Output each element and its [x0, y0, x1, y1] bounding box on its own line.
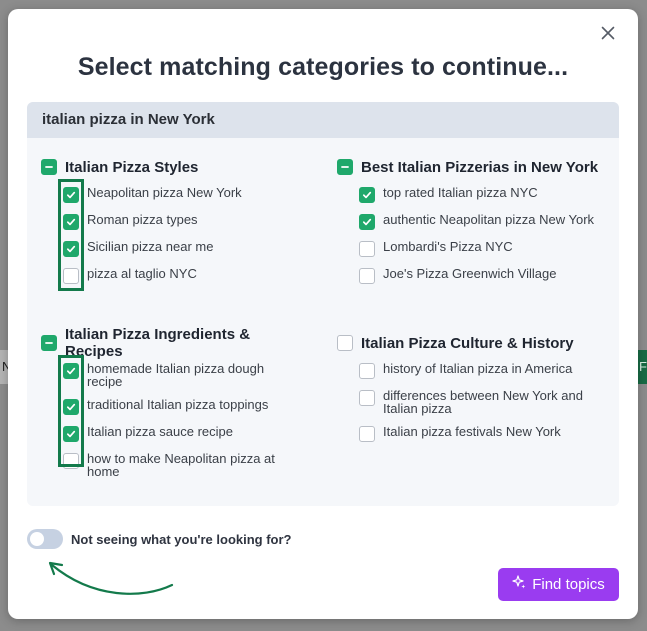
group-header: Best Italian Pizzerias in New York: [337, 157, 607, 177]
item-label: how to make Neapolitan pizza at home: [87, 451, 275, 479]
category-group-best-pizzerias: Best Italian Pizzerias in New York top r…: [337, 157, 607, 294]
item-label: authentic Neapolitan pizza New York: [383, 212, 595, 227]
close-icon[interactable]: [598, 23, 618, 43]
list-item[interactable]: traditional Italian pizza toppings: [63, 398, 301, 415]
item-checkbox-checked[interactable]: [63, 363, 79, 379]
item-label: Roman pizza types: [87, 212, 198, 227]
group-title: Best Italian Pizzerias in New York: [361, 158, 599, 176]
suggestion-toggle-row: Not seeing what you're looking for?: [27, 529, 292, 549]
item-checkbox-unchecked[interactable]: [359, 390, 375, 406]
item-checkbox-checked[interactable]: [63, 241, 79, 257]
list-item[interactable]: Sicilian pizza near me: [63, 240, 311, 257]
item-checkbox-unchecked[interactable]: [359, 268, 375, 284]
group-header: Italian Pizza Ingredients & Recipes: [41, 326, 311, 360]
item-checkbox-checked[interactable]: [63, 214, 79, 230]
item-label: homemade Italian pizza dough recipe: [87, 361, 265, 389]
item-label: Sicilian pizza near me: [87, 239, 214, 254]
item-checkbox-unchecked[interactable]: [359, 363, 375, 379]
item-checkbox-checked[interactable]: [359, 187, 375, 203]
categories-panel: italian pizza in New York Italian Pizza …: [27, 102, 619, 506]
item-checkbox-unchecked[interactable]: [63, 453, 79, 469]
list-item[interactable]: Neapolitan pizza New York: [63, 186, 311, 203]
group-checkbox-partial[interactable]: [41, 159, 57, 175]
list-item[interactable]: Italian pizza sauce recipe: [63, 425, 301, 442]
list-item[interactable]: how to make Neapolitan pizza at home: [63, 452, 301, 478]
category-group-culture-history: Italian Pizza Culture & History history …: [337, 333, 607, 452]
list-item[interactable]: pizza al taglio NYC: [63, 267, 311, 284]
list-item[interactable]: Joe's Pizza Greenwich Village: [359, 267, 607, 284]
group-items: history of Italian pizza in America diff…: [337, 362, 607, 442]
list-item[interactable]: homemade Italian pizza dough recipe: [63, 362, 301, 388]
item-label: Joe's Pizza Greenwich Village: [383, 266, 557, 281]
item-label: Lombardi's Pizza NYC: [383, 239, 513, 254]
group-title: Italian Pizza Styles: [65, 158, 199, 176]
list-item[interactable]: Italian pizza festivals New York: [359, 425, 607, 442]
backdrop-right-button: F: [637, 350, 647, 384]
curved-arrow-icon: [48, 561, 174, 595]
list-item[interactable]: Roman pizza types: [63, 213, 311, 230]
list-item[interactable]: authentic Neapolitan pizza New York: [359, 213, 607, 230]
modal-title: Select matching categories to continue..…: [77, 53, 569, 81]
query-header: italian pizza in New York: [27, 102, 619, 138]
list-item[interactable]: Lombardi's Pizza NYC: [359, 240, 607, 257]
item-label: top rated Italian pizza NYC: [383, 185, 538, 200]
item-checkbox-checked[interactable]: [359, 214, 375, 230]
category-group-ingredients-recipes: Italian Pizza Ingredients & Recipes home…: [41, 326, 311, 488]
group-items: homemade Italian pizza dough recipe trad…: [41, 355, 301, 478]
group-checkbox-partial[interactable]: [337, 159, 353, 175]
list-item[interactable]: differences between New York and Italian…: [359, 389, 607, 415]
item-checkbox-checked[interactable]: [63, 426, 79, 442]
item-label: Italian pizza sauce recipe: [87, 424, 233, 439]
item-label: pizza al taglio NYC: [87, 266, 197, 281]
toggle-label: Not seeing what you're looking for?: [71, 531, 292, 547]
group-checkbox-partial[interactable]: [41, 335, 57, 351]
find-topics-button[interactable]: Find topics: [498, 568, 619, 601]
list-item[interactable]: history of Italian pizza in America: [359, 362, 607, 379]
item-checkbox-checked[interactable]: [63, 399, 79, 415]
item-label: Italian pizza festivals New York: [383, 424, 561, 439]
group-checkbox-unchecked[interactable]: [337, 335, 353, 351]
item-checkbox-unchecked[interactable]: [63, 268, 79, 284]
group-header: Italian Pizza Culture & History: [337, 333, 607, 353]
item-label: traditional Italian pizza toppings: [87, 397, 269, 412]
item-checkbox-checked[interactable]: [63, 187, 79, 203]
category-modal: Select matching categories to continue..…: [8, 9, 638, 619]
item-label: Neapolitan pizza New York: [87, 185, 242, 200]
item-checkbox-unchecked[interactable]: [359, 426, 375, 442]
item-checkbox-unchecked[interactable]: [359, 241, 375, 257]
group-title: Italian Pizza Ingredients & Recipes: [65, 326, 251, 360]
group-items: Neapolitan pizza New York Roman pizza ty…: [41, 179, 311, 291]
find-topics-label: Find topics: [532, 576, 605, 593]
toggle-knob: [30, 532, 44, 546]
sparkle-icon: [512, 575, 526, 594]
item-label: differences between New York and Italian…: [383, 388, 583, 416]
group-items: top rated Italian pizza NYC authentic Ne…: [337, 186, 607, 284]
group-header: Italian Pizza Styles: [41, 157, 311, 177]
list-item[interactable]: top rated Italian pizza NYC: [359, 186, 607, 203]
category-group-italian-pizza-styles: Italian Pizza Styles Neapolitan pizza Ne…: [41, 157, 311, 294]
suggestion-toggle[interactable]: [27, 529, 63, 549]
item-label: history of Italian pizza in America: [383, 361, 573, 376]
group-title: Italian Pizza Culture & History: [361, 334, 574, 352]
